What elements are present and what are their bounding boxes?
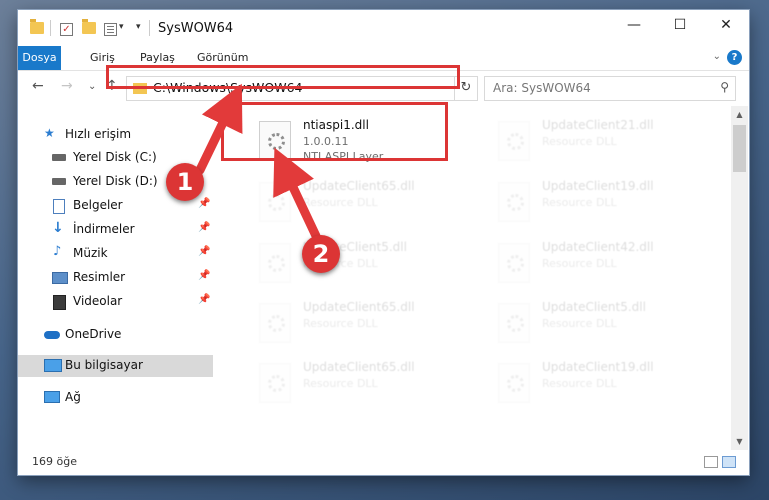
- arrow-to-address-bar: [195, 83, 243, 175]
- step-badge-1: 1: [166, 163, 204, 201]
- arrow-to-file: [273, 147, 321, 241]
- step-badge-2: 2: [302, 235, 340, 273]
- annotation-arrows: [195, 83, 321, 241]
